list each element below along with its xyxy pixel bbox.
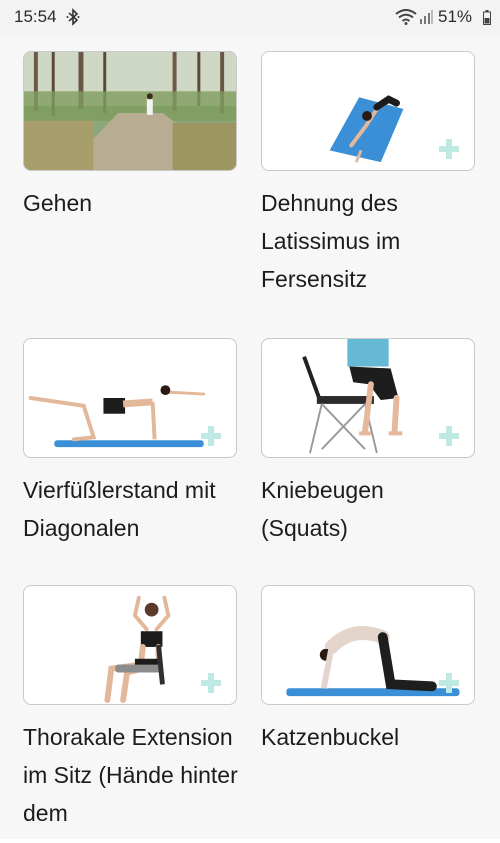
- exercise-title[interactable]: Thorakale Extension im Sitz (Hände hinte…: [23, 718, 253, 832]
- status-bar: 15:54 51%: [0, 0, 500, 36]
- add-plus-icon[interactable]: [438, 672, 460, 694]
- add-plus-icon[interactable]: [200, 425, 222, 447]
- bluetooth-icon: [66, 8, 80, 26]
- exercise-card-vierfuesslerstand[interactable]: [23, 338, 237, 458]
- add-plus-icon[interactable]: [200, 672, 222, 694]
- signal-icon: [420, 10, 433, 24]
- add-plus-icon[interactable]: [438, 138, 460, 160]
- add-plus-icon[interactable]: [438, 425, 460, 447]
- exercise-card-thorakale-extension[interactable]: [23, 585, 237, 705]
- exercise-card-katzenbuckel[interactable]: [261, 585, 475, 705]
- bottom-divider: [0, 839, 500, 843]
- exercise-title[interactable]: Katzenbuckel: [261, 718, 461, 756]
- exercise-card-dehnung-latissimus[interactable]: [261, 51, 475, 171]
- exercise-title[interactable]: Kniebeugen (Squats): [261, 471, 461, 547]
- walking-path-image: [24, 52, 236, 170]
- exercise-title[interactable]: Vierfüßlerstand mit Diagonalen: [23, 471, 253, 547]
- battery-percentage: 51%: [438, 7, 473, 26]
- exercise-title[interactable]: Gehen: [23, 184, 253, 222]
- battery-icon: [483, 10, 491, 25]
- exercise-card-gehen[interactable]: [23, 51, 237, 171]
- exercise-title[interactable]: Dehnung des Latissimus im Fersensitz: [261, 184, 461, 298]
- status-time: 15:54: [14, 7, 57, 26]
- wifi-icon: [395, 9, 417, 25]
- exercise-grid: Gehen Dehnung des Latissimus im Fersensi…: [0, 36, 500, 843]
- exercise-card-kniebeugen[interactable]: [261, 338, 475, 458]
